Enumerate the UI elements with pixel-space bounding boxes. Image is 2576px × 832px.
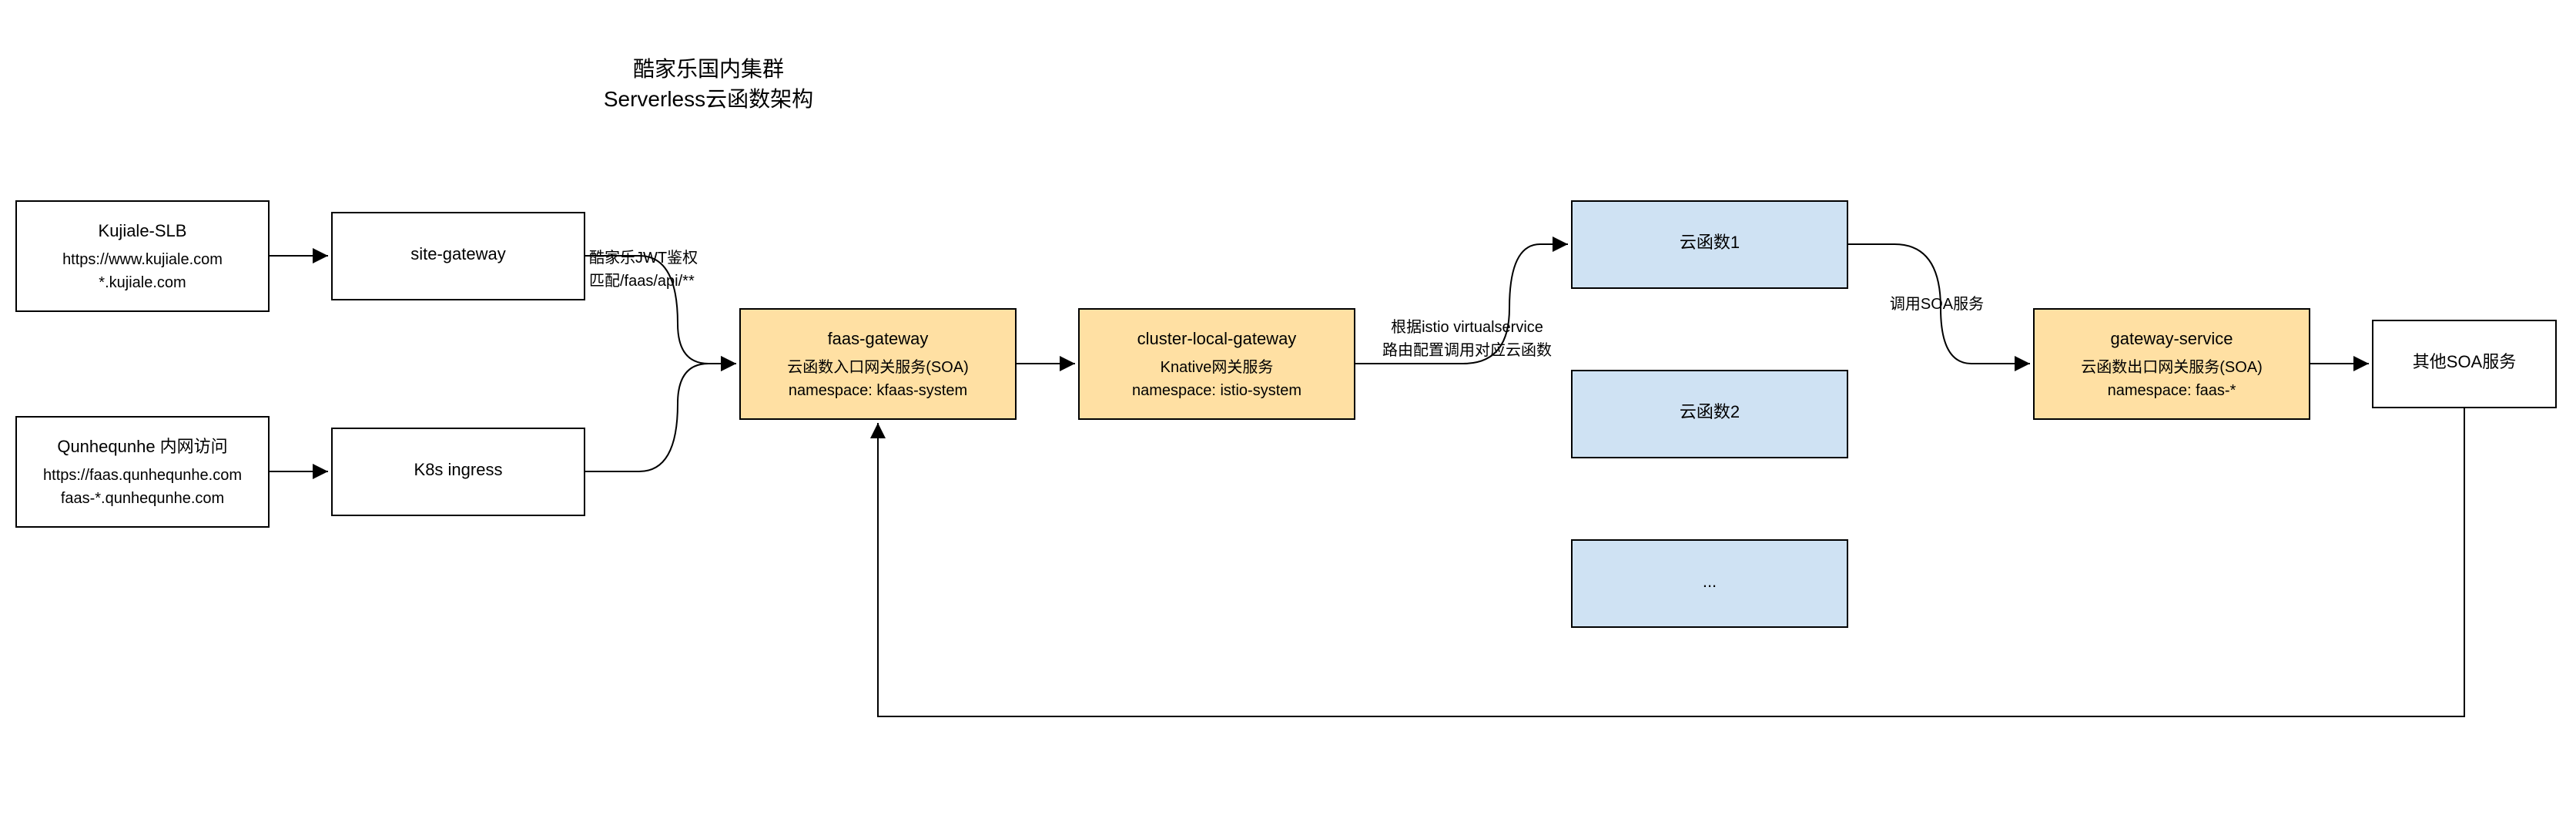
node-title: cluster-local-gateway xyxy=(1137,326,1297,351)
node-fn2: 云函数2 xyxy=(1571,370,1848,458)
edge-label-line: 酷家乐JWT鉴权 xyxy=(589,247,759,270)
diagram-title: 酷家乐国内集群 Serverless云函数架构 xyxy=(554,54,863,114)
node-fn3: ... xyxy=(1571,539,1848,628)
node-k8s-ingress: K8s ingress xyxy=(331,428,585,516)
edge-label-istio: 根据istio virtualservice 路由配置调用对应云函数 xyxy=(1363,316,1571,362)
node-other-soa: 其他SOA服务 xyxy=(2372,320,2557,408)
node-gateway-service: gateway-service 云函数出口网关服务(SOA) namespace… xyxy=(2033,308,2310,420)
node-sub: https://faas.qunhequnhe.com xyxy=(43,464,242,487)
edge-label-jwt: 酷家乐JWT鉴权 匹配/faas/api/** xyxy=(589,247,759,293)
title-line-1: 酷家乐国内集群 xyxy=(554,54,863,84)
node-sub: 云函数入口网关服务(SOA) xyxy=(787,356,969,379)
node-title: Kujiale-SLB xyxy=(99,218,187,243)
node-sub: namespace: kfaas-system xyxy=(789,379,967,402)
node-title: 其他SOA服务 xyxy=(2413,349,2516,374)
node-sub: Knative网关服务 xyxy=(1161,356,1274,379)
node-title: 云函数2 xyxy=(1680,399,1740,424)
node-sub: https://www.kujiale.com xyxy=(62,248,223,271)
node-sub: namespace: istio-system xyxy=(1132,379,1301,402)
edge-label-soa: 调用SOA服务 xyxy=(1871,293,2002,316)
node-title: ... xyxy=(1703,569,1717,594)
node-title: site-gateway xyxy=(410,241,506,267)
node-sub: 云函数出口网关服务(SOA) xyxy=(2081,356,2263,379)
edge-label-line: 调用SOA服务 xyxy=(1871,293,2002,316)
node-title: K8s ingress xyxy=(414,457,503,482)
title-line-2: Serverless云函数架构 xyxy=(554,84,863,114)
edge-label-line: 匹配/faas/api/** xyxy=(589,270,759,293)
edge-label-line: 根据istio virtualservice xyxy=(1363,316,1571,339)
node-title: 云函数1 xyxy=(1680,230,1740,255)
node-faas-gateway: faas-gateway 云函数入口网关服务(SOA) namespace: k… xyxy=(739,308,1017,420)
node-cluster-local-gateway: cluster-local-gateway Knative网关服务 namesp… xyxy=(1078,308,1355,420)
node-sub: faas-*.qunhequnhe.com xyxy=(61,487,224,510)
edge-label-line: 路由配置调用对应云函数 xyxy=(1363,339,1571,362)
node-site-gateway: site-gateway xyxy=(331,212,585,300)
node-fn1: 云函数1 xyxy=(1571,200,1848,289)
node-sub: namespace: faas-* xyxy=(2108,379,2236,402)
node-title: Qunhequnhe 内网访问 xyxy=(57,434,227,459)
node-sub: *.kujiale.com xyxy=(99,271,186,294)
node-qunhe: Qunhequnhe 内网访问 https://faas.qunhequnhe.… xyxy=(15,416,270,528)
node-title: gateway-service xyxy=(2111,326,2233,351)
node-kujiale-slb: Kujiale-SLB https://www.kujiale.com *.ku… xyxy=(15,200,270,312)
node-title: faas-gateway xyxy=(828,326,929,351)
